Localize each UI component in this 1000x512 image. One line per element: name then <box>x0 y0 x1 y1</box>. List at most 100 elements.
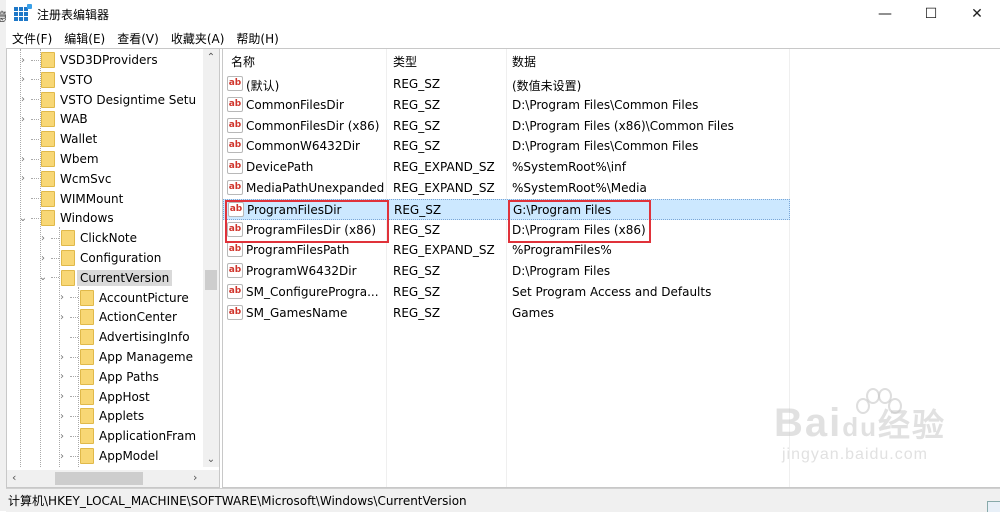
expand-chevron-icon[interactable]: › <box>17 74 29 85</box>
minimize-icon: — <box>878 6 892 22</box>
tree-item-label: WcmSvc <box>60 171 112 186</box>
tree-item[interactable]: › AccountPicture <box>60 288 189 308</box>
minimize-button[interactable]: — <box>862 0 908 28</box>
expand-chevron-icon[interactable]: › <box>17 55 29 66</box>
maximize-button[interactable]: ☐ <box>908 0 954 28</box>
tree-item[interactable]: › App Paths <box>60 367 159 387</box>
tree-item[interactable]: › VSTO <box>21 70 93 90</box>
tree-item[interactable]: › VSD3DProviders <box>21 50 158 70</box>
expand-chevron-icon[interactable]: › <box>17 154 29 165</box>
tree-item[interactable]: › Applets <box>60 406 145 426</box>
menu-help[interactable]: 帮助(H) <box>230 30 284 47</box>
close-icon: ✕ <box>971 6 983 22</box>
folder-icon <box>41 190 55 207</box>
value-type: REG_SZ <box>393 97 441 112</box>
tree-item-label: Configuration <box>80 251 162 265</box>
key-tree-pane: ⌃ ⌄ ‹ › › VSD3DProviders › VSTO › VSTO Design… <box>6 49 220 488</box>
column-header-data[interactable]: 数据 <box>512 53 536 70</box>
tree-item[interactable]: WIMMount <box>31 189 123 209</box>
expand-chevron-icon[interactable]: › <box>56 431 68 442</box>
menu-view[interactable]: 查看(V) <box>111 30 165 47</box>
scroll-right-icon[interactable]: › <box>193 471 197 484</box>
tree-item[interactable]: › WcmSvc <box>21 169 112 189</box>
expand-chevron-icon[interactable]: › <box>56 371 68 382</box>
value-row[interactable]: ab CommonFilesDir REG_SZ D:\Program Files\C… <box>223 95 793 116</box>
tree-item-label: Applets <box>99 409 145 424</box>
tree-item[interactable]: Wallet <box>31 129 97 149</box>
string-value-icon: ab <box>228 201 244 217</box>
value-row[interactable]: ab SM_ConfigureProgra... REG_SZ Set Program… <box>223 282 793 303</box>
tree-item-label: ApplicationFram <box>99 429 197 444</box>
expand-chevron-icon[interactable]: › <box>56 352 68 363</box>
expand-chevron-icon[interactable]: › <box>56 312 68 323</box>
expand-chevron-icon[interactable]: › <box>56 391 68 402</box>
maximize-icon: ☐ <box>924 6 938 22</box>
tree-item[interactable]: › ClickNote <box>41 228 137 248</box>
value-type: REG_EXPAND_SZ <box>393 160 495 175</box>
expand-chevron-icon[interactable]: › <box>56 292 68 303</box>
value-row[interactable]: ab ProgramFilesDir REG_SZ G:\Program Files <box>223 198 790 220</box>
tree-hscroll-thumb[interactable] <box>55 472 143 485</box>
string-value-icon: ab <box>227 138 243 154</box>
value-row[interactable]: ab (默认) REG_SZ (数值未设置) <box>223 74 793 95</box>
menu-edit[interactable]: 编辑(E) <box>58 30 111 47</box>
scroll-up-icon[interactable]: ⌃ <box>203 52 219 63</box>
tree-item[interactable]: › App Manageme <box>60 347 193 367</box>
tree-connector <box>70 316 78 318</box>
menu-favorites[interactable]: 收藏夹(A) <box>165 30 231 47</box>
expand-chevron-icon[interactable]: › <box>17 173 29 184</box>
value-name: ProgramFilesPath <box>246 243 350 258</box>
collapse-chevron-icon[interactable]: ⌄ <box>37 272 49 283</box>
value-row[interactable]: ab MediaPathUnexpanded REG_EXPAND_SZ %Syste… <box>223 178 793 199</box>
tree-vertical-scrollbar[interactable]: ⌃ ⌄ <box>203 49 219 467</box>
collapse-chevron-icon[interactable]: ⌄ <box>17 213 29 224</box>
close-button[interactable]: ✕ <box>954 0 1000 28</box>
tree-item[interactable]: AdvertisingInfo <box>70 327 190 347</box>
watermark-brand-left: Bai <box>774 401 843 445</box>
folder-icon <box>41 210 55 227</box>
tree-vscroll-thumb[interactable] <box>205 270 217 290</box>
tree-item[interactable]: › VSTO Designtime Setu <box>21 90 196 110</box>
tree-item[interactable]: ⌄ Windows <box>19 208 114 228</box>
menu-file[interactable]: 文件(F) <box>6 30 58 47</box>
value-row[interactable]: ab ProgramFilesDir (x86) REG_SZ D:\Program … <box>223 220 793 241</box>
expand-chevron-icon[interactable]: › <box>17 94 29 105</box>
tree-item-label: App Paths <box>99 369 159 384</box>
tree-connector <box>31 99 39 101</box>
tree-item[interactable]: ⌄ CurrentVersion <box>39 268 173 288</box>
tree-item[interactable]: › WAB <box>21 109 88 129</box>
value-row[interactable]: ab ProgramFilesPath REG_EXPAND_SZ %ProgramF… <box>223 240 793 261</box>
tree-item[interactable]: › Configuration <box>41 248 162 268</box>
value-data: Games <box>512 305 554 320</box>
column-header-name[interactable]: 名称 <box>231 53 255 70</box>
tree-item[interactable]: › ApplicationFram <box>60 426 197 446</box>
tree-item[interactable]: › AppModel <box>60 446 158 466</box>
expand-chevron-icon[interactable]: › <box>56 411 68 422</box>
value-type: REG_SZ <box>393 264 441 279</box>
resize-grip[interactable] <box>987 501 1000 512</box>
baidu-watermark: Baidu经验 jingyan.baidu.com <box>774 388 946 464</box>
value-row[interactable]: ab SM_GamesName REG_SZ Games <box>223 303 793 324</box>
value-row[interactable]: ab CommonW6432Dir REG_SZ D:\Program Files\C… <box>223 136 793 157</box>
scroll-down-icon[interactable]: ⌄ <box>203 454 219 465</box>
value-row[interactable]: ab DevicePath REG_EXPAND_SZ %SystemRoot%\in… <box>223 157 793 178</box>
tree-item[interactable]: › AppHost <box>60 387 150 407</box>
expand-chevron-icon[interactable]: › <box>56 451 68 462</box>
tree-item[interactable]: › Wbem <box>21 149 99 169</box>
expand-chevron-icon[interactable]: › <box>37 233 49 244</box>
tree-item-label: AdvertisingInfo <box>99 330 190 345</box>
tree-item[interactable]: › ActionCenter <box>60 307 177 327</box>
value-row[interactable]: ab ProgramW6432Dir REG_SZ D:\Program Files <box>223 261 793 282</box>
scroll-left-icon[interactable]: ‹ <box>12 471 16 484</box>
tree-horizontal-scrollbar[interactable]: ‹ › <box>7 470 203 487</box>
value-name: DevicePath <box>246 160 314 175</box>
string-value-icon: ab <box>227 284 243 299</box>
tree-connector <box>31 158 39 160</box>
value-row[interactable]: ab CommonFilesDir (x86) REG_SZ D:\Program F… <box>223 116 793 137</box>
expand-chevron-icon[interactable]: › <box>17 114 29 125</box>
title-bar[interactable]: 注册表编辑器 — ☐ ✕ <box>6 0 1000 28</box>
tree-item-label: WAB <box>60 112 88 127</box>
expand-chevron-icon[interactable]: › <box>37 253 49 264</box>
value-name: ProgramFilesDir (x86) <box>246 222 377 237</box>
column-header-type[interactable]: 类型 <box>393 53 417 70</box>
